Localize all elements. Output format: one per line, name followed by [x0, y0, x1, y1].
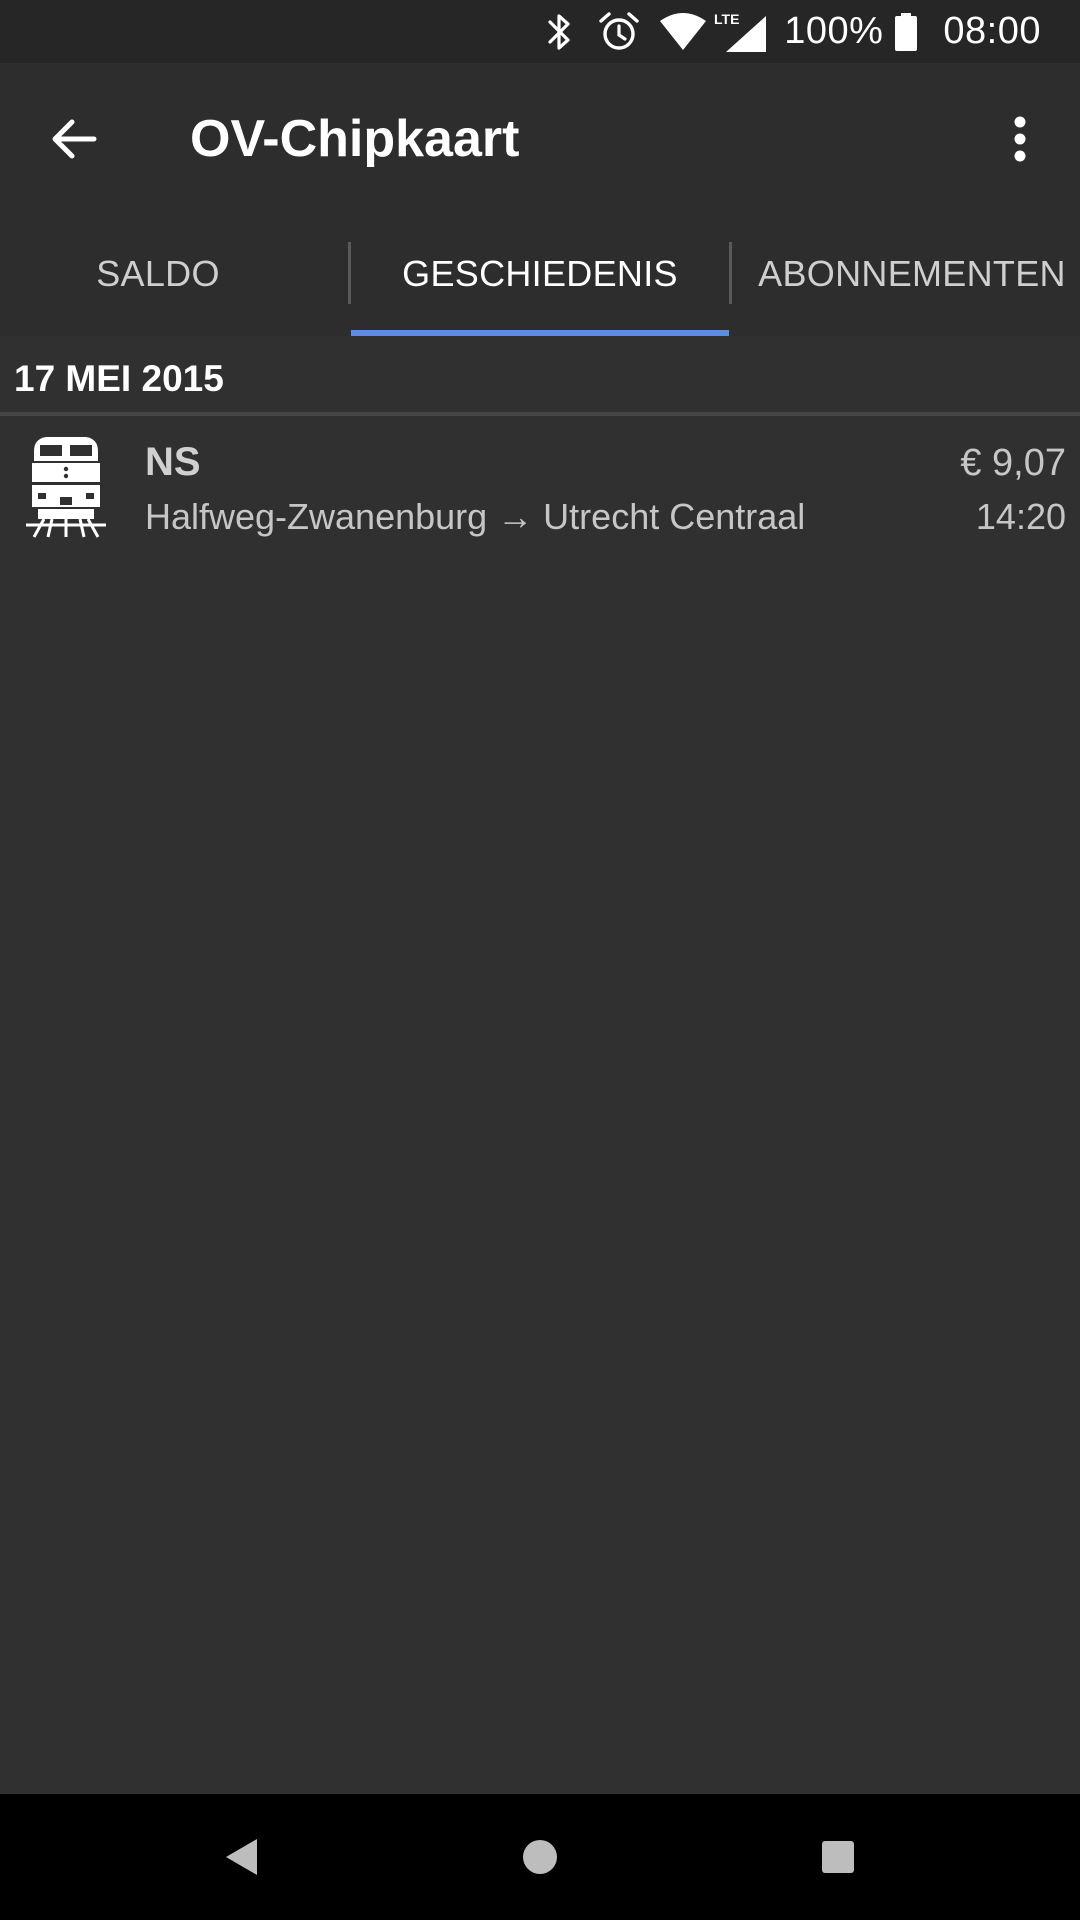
app-bar: OV-Chipkaart — [0, 63, 1080, 212]
lte-label: LTE — [714, 11, 739, 27]
tab-divider — [729, 242, 732, 304]
nav-home-button[interactable] — [505, 1822, 575, 1892]
battery-icon — [893, 0, 919, 63]
section-date: 17 MEI 2015 — [14, 358, 224, 399]
trip-time: 14:20 — [975, 496, 1066, 537]
overflow-menu-button[interactable] — [990, 105, 1050, 173]
trip-operator: NS — [145, 440, 201, 484]
train-icon — [26, 433, 106, 539]
wifi-icon — [658, 0, 708, 63]
trip-route: Halfweg-Zwanenburg → Utrecht Centraal — [145, 496, 806, 537]
nav-back-button[interactable] — [206, 1822, 276, 1892]
nav-back-icon — [223, 1837, 259, 1877]
date-section-header: 17 MEI 2015 — [0, 336, 1080, 416]
status-bar: LTE 100% 08:00 — [0, 0, 1080, 63]
back-button[interactable] — [40, 105, 108, 173]
status-time: 08:00 — [943, 10, 1041, 52]
tab-saldo[interactable]: SALDO — [0, 212, 316, 336]
battery-percent: 100% — [784, 10, 884, 52]
nav-recents-button[interactable] — [803, 1822, 873, 1892]
page-title: OV-Chipkaart — [190, 110, 520, 168]
tab-geschiedenis[interactable]: GESCHIEDENIS — [351, 212, 729, 336]
signal-icon: LTE — [712, 0, 768, 63]
tab-bar: SALDO GESCHIEDENIS ABONNEMENTEN — [0, 212, 1080, 336]
list-item[interactable]: NS Halfweg-Zwanenburg → Utrecht Centraal… — [0, 420, 1080, 545]
trip-amount: € 9,07 — [960, 442, 1066, 484]
nav-recents-icon — [821, 1840, 855, 1874]
arrow-back-icon — [50, 117, 98, 161]
nav-home-icon — [521, 1838, 559, 1876]
alarm-icon — [598, 0, 640, 63]
more-vert-icon — [1013, 115, 1027, 163]
tab-abonnementen[interactable]: ABONNEMENTEN — [744, 212, 1080, 336]
status-icons: LTE 100% 08:00 — [540, 0, 1041, 63]
system-nav-bar — [0, 1794, 1080, 1920]
bluetooth-icon — [540, 0, 580, 63]
